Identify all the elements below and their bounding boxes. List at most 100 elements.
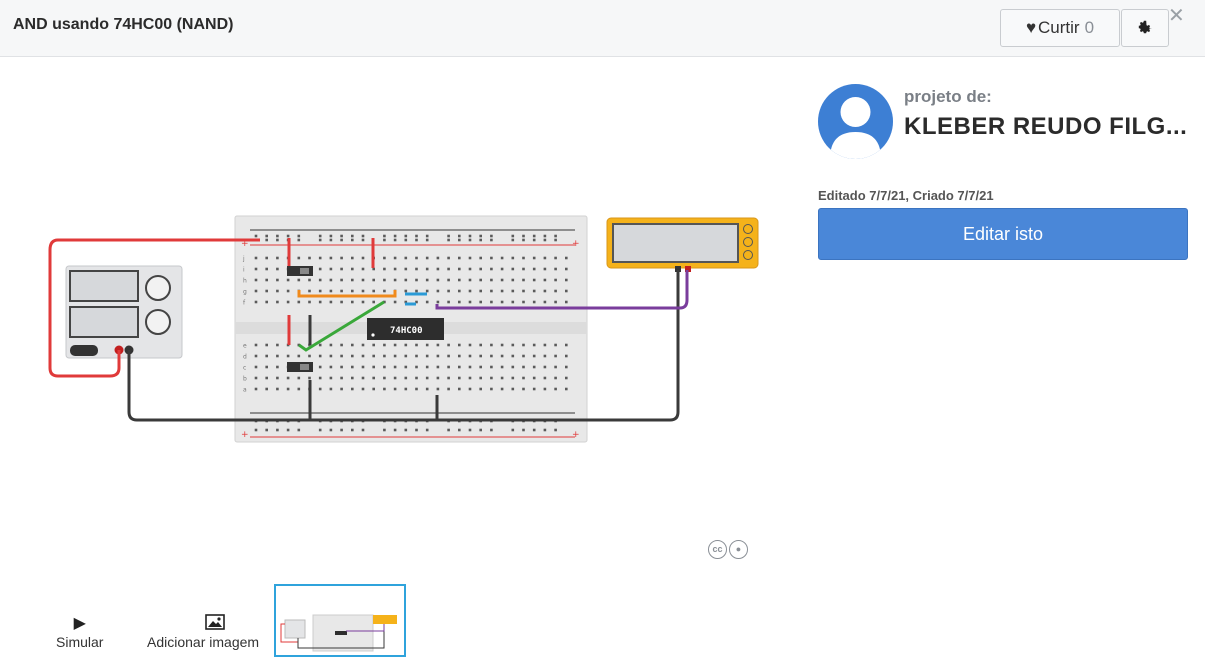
breadboard-hole[interactable] [372,343,375,347]
breadboard-hole[interactable] [254,289,258,293]
breadboard-hole[interactable] [415,387,418,391]
breadboard-hole[interactable] [458,278,461,282]
breadboard-hole[interactable] [479,278,482,282]
breadboard-hole[interactable] [554,256,557,260]
rail-hole[interactable] [447,428,450,432]
breadboard-hole[interactable] [543,387,547,391]
breadboard-hole[interactable] [490,267,493,271]
edit-button[interactable]: Editar isto [818,208,1188,260]
rail-hole[interactable] [318,234,322,238]
breadboard-hole[interactable] [254,376,258,380]
breadboard-hole[interactable] [340,256,343,260]
multimeter[interactable] [606,217,759,272]
breadboard-hole[interactable] [436,365,440,369]
breadboard-hole[interactable] [468,267,472,271]
breadboard-hole[interactable] [372,376,375,380]
breadboard-hole[interactable] [393,278,397,282]
rail-hole[interactable] [404,428,408,432]
breadboard-hole[interactable] [318,300,322,304]
breadboard-hole[interactable] [543,343,547,347]
breadboard-hole[interactable] [500,376,504,380]
rail-hole[interactable] [404,238,408,242]
breadboard-hole[interactable] [458,354,461,358]
breadboard-hole[interactable] [254,256,258,260]
breadboard-hole[interactable] [415,289,418,293]
rail-hole[interactable] [393,428,397,432]
breadboard-hole[interactable] [554,343,557,347]
breadboard-hole[interactable] [500,256,504,260]
breadboard-hole[interactable] [425,300,429,304]
breadboard-hole[interactable] [318,376,322,380]
breadboard-hole[interactable] [351,278,354,282]
breadboard-hole[interactable] [468,289,472,293]
breadboard-hole[interactable] [265,289,268,293]
breadboard-hole[interactable] [447,387,450,391]
breadboard-hole[interactable] [297,256,301,260]
breadboard-hole[interactable] [436,278,440,282]
rail-hole[interactable] [554,238,557,242]
breadboard-hole[interactable] [276,267,279,271]
add-image-button[interactable]: Adicionar imagem [147,614,277,650]
breadboard-hole[interactable] [404,354,408,358]
rail-hole[interactable] [415,238,418,242]
breadboard-hole[interactable] [522,267,525,271]
breadboard-hole[interactable] [404,343,408,347]
breadboard-hole[interactable] [522,256,525,260]
breadboard-hole[interactable] [265,300,268,304]
breadboard-hole[interactable] [286,278,290,282]
rail-hole[interactable] [447,238,450,242]
rail-hole[interactable] [329,428,333,432]
rail-hole[interactable] [479,238,482,242]
settings-button[interactable] [1121,9,1169,47]
breadboard-hole[interactable] [308,376,311,380]
breadboard-hole[interactable] [458,300,461,304]
breadboard-hole[interactable] [297,278,301,282]
breadboard-hole[interactable] [265,267,268,271]
breadboard-hole[interactable] [522,289,525,293]
breadboard-hole[interactable] [447,343,450,347]
rail-hole[interactable] [297,428,301,432]
breadboard-hole[interactable] [543,256,547,260]
breadboard-hole[interactable] [565,267,568,271]
breadboard-hole[interactable] [276,365,279,369]
breadboard-hole[interactable] [554,387,557,391]
breadboard-hole[interactable] [447,365,450,369]
breadboard-hole[interactable] [479,365,482,369]
rail-hole[interactable] [490,238,493,242]
ic-chip-74hc00[interactable]: 74HC00 [367,318,444,340]
breadboard-hole[interactable] [276,289,279,293]
breadboard-hole[interactable] [286,289,290,293]
breadboard-hole[interactable] [565,387,568,391]
breadboard-hole[interactable] [318,365,322,369]
breadboard-hole[interactable] [254,300,258,304]
breadboard-hole[interactable] [329,289,333,293]
breadboard-hole[interactable] [297,354,301,358]
rail-hole[interactable] [340,234,343,238]
breadboard-hole[interactable] [468,343,472,347]
breadboard-hole[interactable] [286,387,290,391]
breadboard-hole[interactable] [340,354,343,358]
breadboard-hole[interactable] [490,289,493,293]
breadboard-hole[interactable] [479,267,482,271]
breadboard-hole[interactable] [479,300,482,304]
rail-hole[interactable] [318,428,322,432]
breadboard-hole[interactable] [543,354,547,358]
breadboard-hole[interactable] [329,278,333,282]
breadboard-hole[interactable] [393,300,397,304]
breadboard-hole[interactable] [522,376,525,380]
breadboard-hole[interactable] [318,278,322,282]
breadboard-hole[interactable] [554,354,557,358]
breadboard-hole[interactable] [554,289,557,293]
breadboard-hole[interactable] [265,343,268,347]
breadboard-hole[interactable] [554,365,557,369]
breadboard-hole[interactable] [468,387,472,391]
circuit-canvas[interactable]: jihgfedcba + + + + 74HC00 [40,205,770,450]
breadboard-hole[interactable] [468,376,472,380]
breadboard-hole[interactable] [425,343,429,347]
rail-hole[interactable] [351,428,354,432]
breadboard-hole[interactable] [297,376,301,380]
rail-hole[interactable] [329,238,333,242]
breadboard-hole[interactable] [490,365,493,369]
rail-hole[interactable] [351,238,354,242]
breadboard-hole[interactable] [254,387,258,391]
